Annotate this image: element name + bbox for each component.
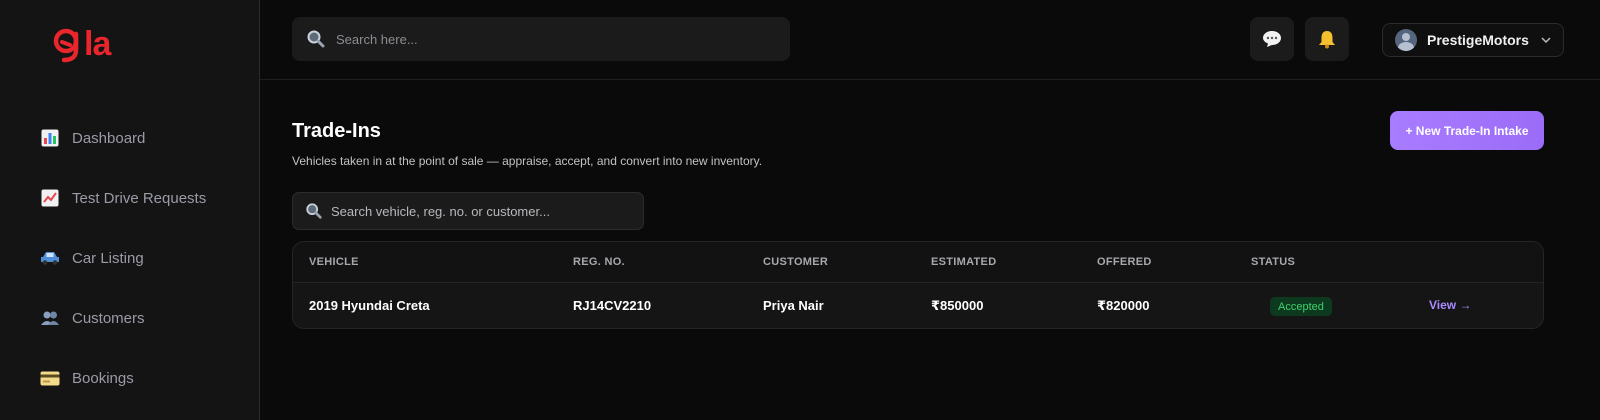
table-row[interactable]: 2019 Hyundai Creta RJ14CV2210 Priya Nair… [293, 283, 1543, 328]
column-header-reg-no: REG. NO. [573, 256, 625, 268]
sidebar-nav: Dashboard Test Drive Requests Car Listin… [0, 118, 259, 418]
column-header-customer: CUSTOMER [763, 256, 829, 268]
messages-button[interactable] [1250, 17, 1294, 61]
cell-customer: Priya Nair [763, 298, 824, 313]
logo-mark-icon [53, 28, 79, 63]
notifications-button[interactable] [1305, 17, 1349, 61]
trade-ins-table: VEHICLE REG. NO. CUSTOMER ESTIMATED OFFE… [292, 241, 1544, 329]
chat-bubble-icon [1263, 31, 1281, 47]
global-search[interactable] [292, 17, 790, 61]
car-icon [40, 248, 60, 268]
topbar: PrestigeMotors [260, 0, 1600, 80]
user-menu[interactable]: PrestigeMotors [1382, 23, 1564, 57]
sidebar-item-test-drive-requests[interactable]: Test Drive Requests [0, 178, 259, 218]
sidebar-item-bookings[interactable]: Bookings [0, 358, 259, 398]
sidebar-item-label: Customers [72, 309, 145, 327]
line-chart-icon [40, 188, 60, 208]
new-trade-in-button[interactable]: + New Trade-In Intake [1390, 111, 1544, 150]
sidebar-item-label: Test Drive Requests [72, 189, 207, 207]
chevron-down-icon [1541, 37, 1551, 43]
brand-logo[interactable]: la [52, 24, 111, 64]
search-icon [306, 203, 322, 219]
avatar [1395, 29, 1417, 51]
column-header-offered: OFFERED [1097, 256, 1152, 268]
logo-text: la [84, 24, 111, 63]
sidebar-item-dashboard[interactable]: Dashboard [0, 118, 259, 158]
main-content: PrestigeMotors Trade-Ins Vehicles taken … [260, 0, 1600, 420]
column-header-vehicle: VEHICLE [309, 256, 359, 268]
user-name: PrestigeMotors [1427, 32, 1529, 48]
sidebar: la Dashboard Test Drive Requests Car Lis… [0, 0, 260, 420]
search-icon [307, 30, 325, 48]
table-header: VEHICLE REG. NO. CUSTOMER ESTIMATED OFFE… [293, 242, 1543, 283]
status-badge: Accepted [1270, 297, 1332, 316]
cell-reg-no: RJ14CV2210 [573, 298, 652, 313]
view-link[interactable]: View → [1429, 298, 1471, 312]
credit-card-icon [40, 368, 60, 388]
users-icon [40, 308, 60, 328]
sidebar-item-label: Bookings [72, 369, 134, 387]
column-header-status: STATUS [1251, 256, 1296, 268]
column-header-estimated: ESTIMATED [931, 256, 997, 268]
bell-icon [1319, 31, 1335, 49]
page-subtitle: Vehicles taken in at the point of sale —… [292, 154, 763, 168]
page-title: Trade-Ins [292, 120, 381, 142]
table-search[interactable] [292, 192, 644, 230]
sidebar-item-customers[interactable]: Customers [0, 298, 259, 338]
cell-estimated: ₹850000 [931, 298, 984, 313]
cell-vehicle: 2019 Hyundai Creta [309, 298, 430, 313]
bar-chart-icon [40, 128, 60, 148]
cell-offered: ₹820000 [1097, 298, 1150, 313]
sidebar-item-car-listing[interactable]: Car Listing [0, 238, 259, 278]
sidebar-item-label: Car Listing [72, 249, 144, 267]
app: la Dashboard Test Drive Requests Car Lis… [0, 0, 1600, 420]
table-search-input[interactable] [331, 203, 643, 219]
search-input[interactable] [336, 31, 790, 47]
sidebar-item-label: Dashboard [72, 129, 146, 147]
